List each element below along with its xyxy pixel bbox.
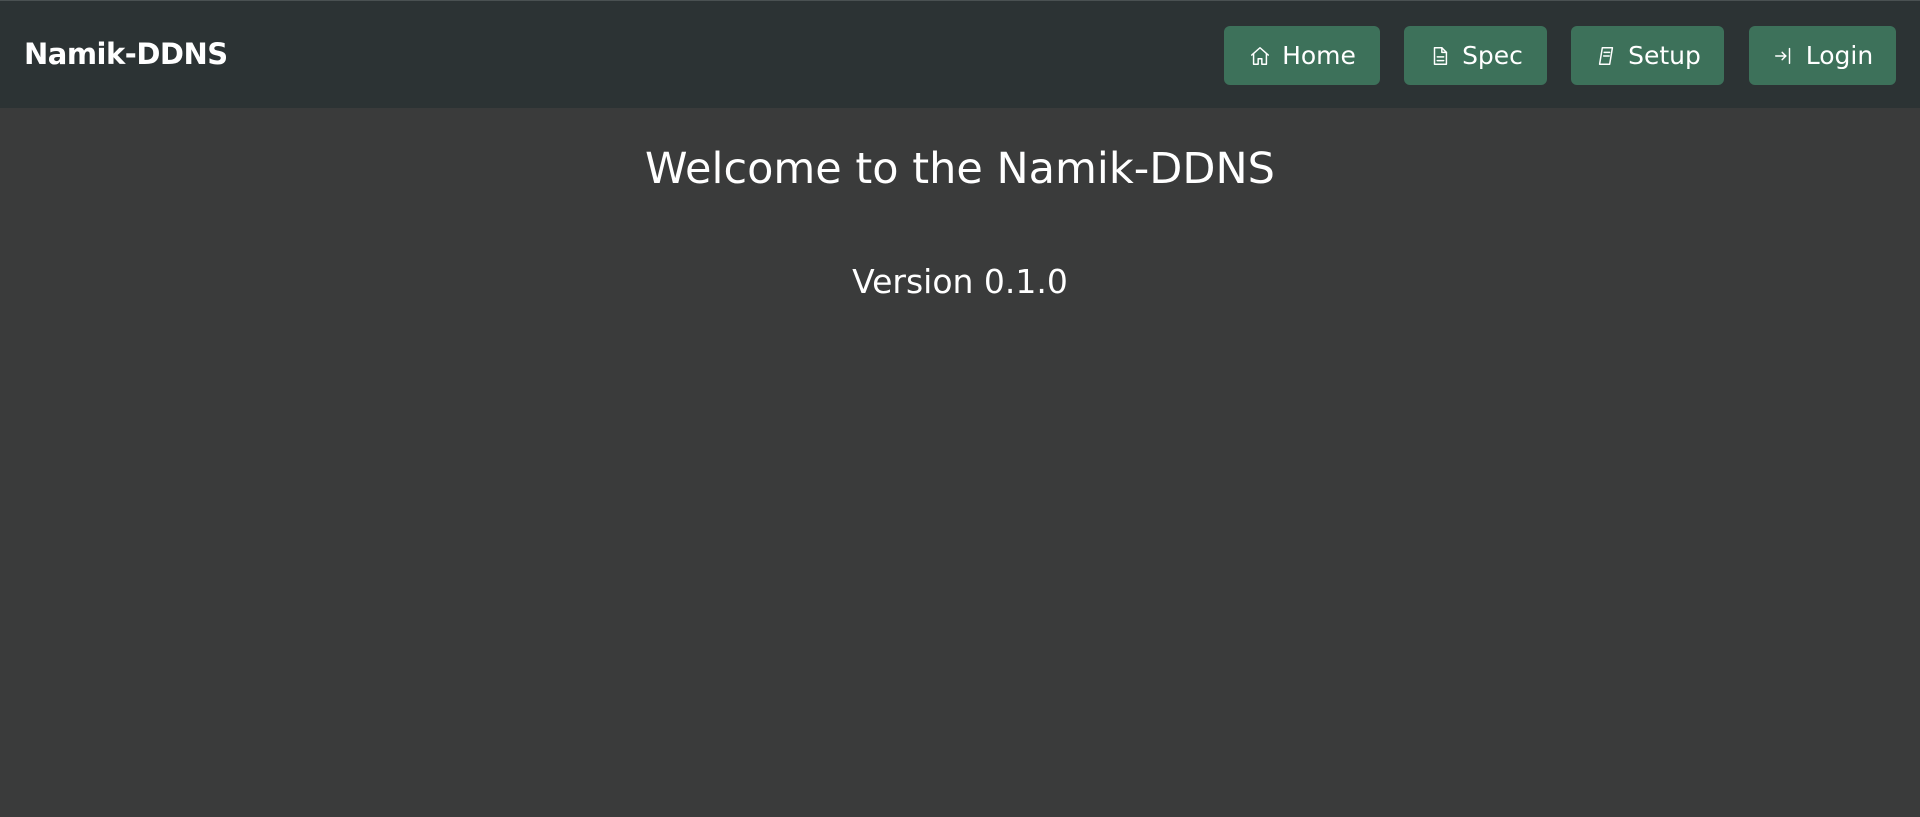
home-icon	[1248, 44, 1272, 68]
spec-button[interactable]: Spec	[1404, 26, 1547, 85]
document-icon	[1428, 44, 1452, 68]
login-button[interactable]: Login	[1749, 26, 1896, 85]
setup-button[interactable]: Setup	[1571, 26, 1724, 85]
version-text: Version 0.1.0	[852, 262, 1068, 301]
notebook-icon	[1594, 44, 1618, 68]
home-button-label: Home	[1282, 41, 1356, 70]
brand-logo[interactable]: Namik-DDNS	[24, 1, 228, 109]
login-button-label: Login	[1805, 41, 1874, 70]
setup-button-label: Setup	[1628, 41, 1701, 70]
top-navbar: Namik-DDNS Home Spec Setup Login	[0, 0, 1920, 108]
home-button[interactable]: Home	[1224, 26, 1380, 85]
page-title: Welcome to the Namik-DDNS	[645, 144, 1275, 194]
spec-button-label: Spec	[1462, 41, 1523, 70]
login-icon	[1772, 44, 1796, 68]
